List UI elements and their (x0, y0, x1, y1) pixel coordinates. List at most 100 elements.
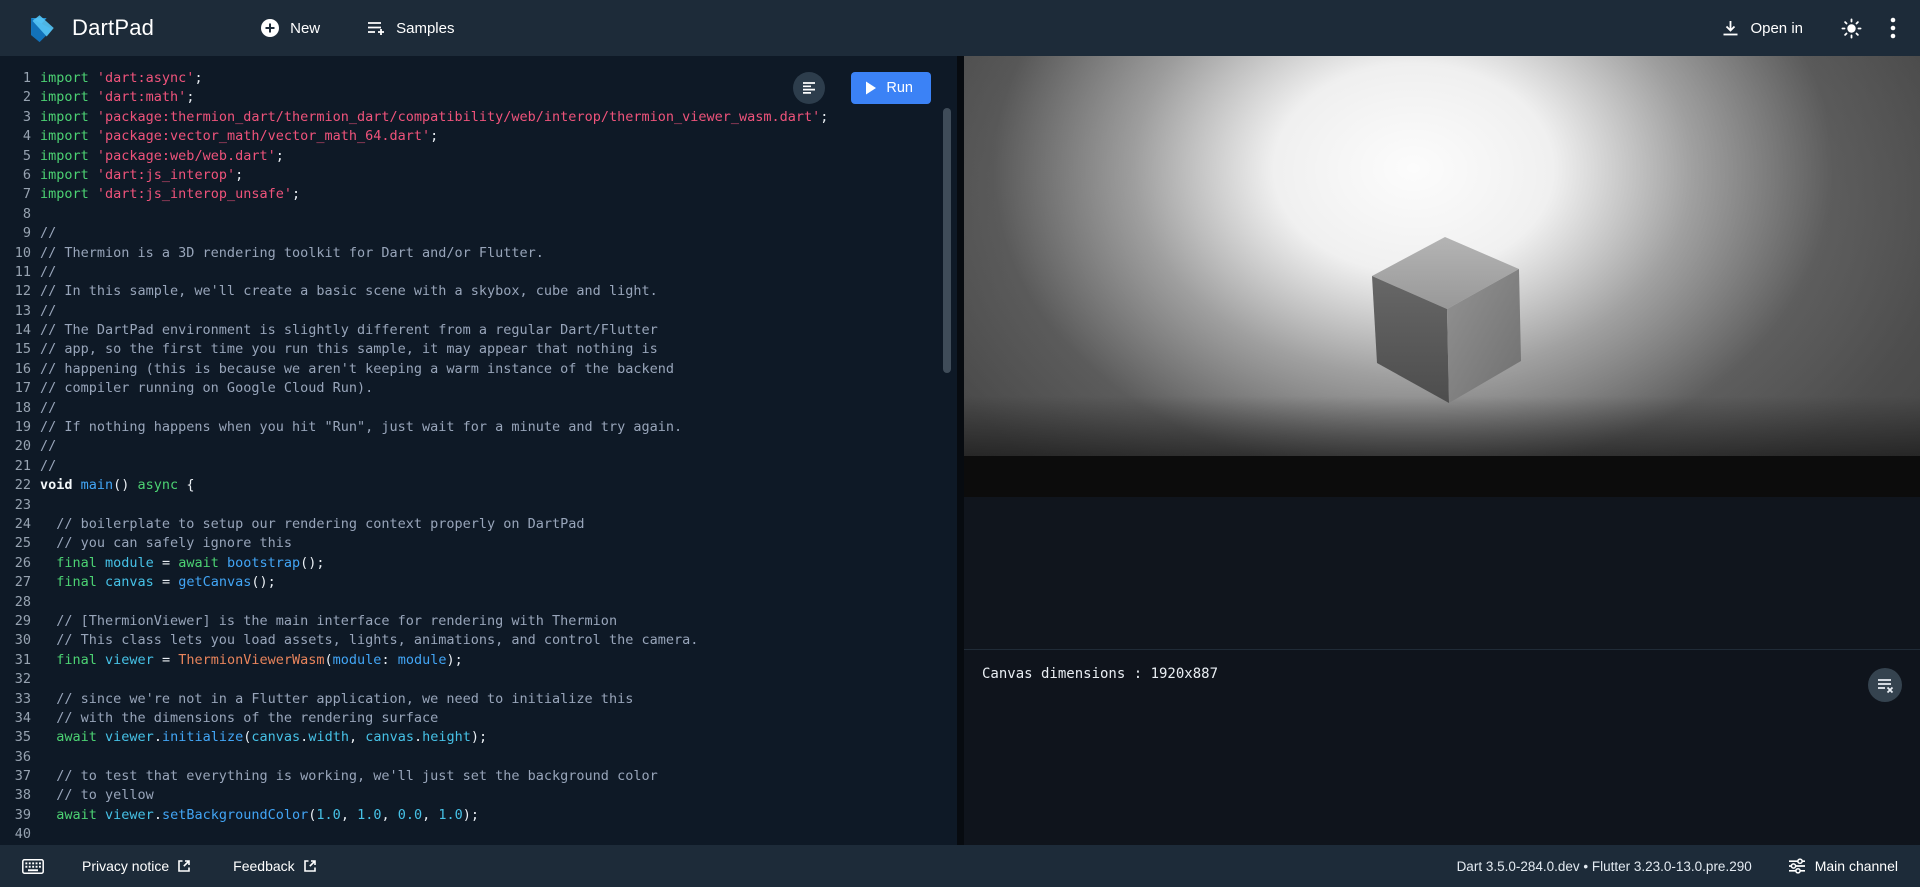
brightness-toggle[interactable] (1841, 18, 1862, 39)
code-text: import 'dart:js_interop_unsafe'; (40, 185, 300, 204)
code-line[interactable]: 11// (0, 263, 957, 282)
privacy-notice-label: Privacy notice (82, 858, 169, 874)
code-line[interactable]: 29 // [ThermionViewer] is the main inter… (0, 612, 957, 631)
code-line[interactable]: 35 await viewer.initialize(canvas.width,… (0, 728, 957, 747)
output-panel: Canvas dimensions : 1920x887 (964, 56, 1920, 845)
samples-button[interactable]: Samples (356, 10, 464, 46)
new-button[interactable]: New (250, 10, 330, 46)
code-line[interactable]: 18// (0, 399, 957, 418)
add-circle-icon (260, 18, 280, 38)
channel-selector[interactable]: Main channel (1788, 858, 1898, 874)
line-number: 30 (0, 631, 40, 650)
code-line[interactable]: 7import 'dart:js_interop_unsafe'; (0, 185, 957, 204)
code-text: // [ThermionViewer] is the main interfac… (40, 612, 617, 631)
code-text: import 'dart:async'; (40, 69, 203, 88)
privacy-notice-link[interactable]: Privacy notice (74, 852, 199, 880)
code-line[interactable]: 16// happening (this is because we aren'… (0, 360, 957, 379)
code-text: // (40, 224, 56, 243)
open-in-button[interactable]: Open in (1711, 11, 1813, 46)
line-number: 34 (0, 709, 40, 728)
line-number: 25 (0, 534, 40, 553)
code-text: await viewer.setBackgroundColor(1.0, 1.0… (40, 806, 479, 825)
code-line[interactable]: 3import 'package:thermion_dart/thermion_… (0, 108, 957, 127)
code-text: import 'package:vector_math/vector_math_… (40, 127, 438, 146)
code-line[interactable]: 39 await viewer.setBackgroundColor(1.0, … (0, 806, 957, 825)
code-line[interactable]: 22void main() async { (0, 476, 957, 495)
code-line[interactable]: 20// (0, 437, 957, 456)
code-line[interactable]: 5import 'package:web/web.dart'; (0, 147, 957, 166)
console-output-text: Canvas dimensions : 1920x887 (982, 666, 1902, 682)
external-link-icon (177, 859, 191, 873)
code-line[interactable]: 23 (0, 496, 957, 515)
format-button[interactable] (793, 72, 825, 104)
code-line[interactable]: 27 final canvas = getCanvas(); (0, 573, 957, 592)
editor-scrollbar[interactable] (943, 108, 951, 373)
code-line[interactable]: 17// compiler running on Google Cloud Ru… (0, 379, 957, 398)
feedback-link[interactable]: Feedback (225, 852, 324, 880)
code-line[interactable]: 10// Thermion is a 3D rendering toolkit … (0, 244, 957, 263)
tune-icon (1788, 858, 1806, 874)
code-text: // to test that everything is working, w… (40, 767, 658, 786)
code-text: // happening (this is because we aren't … (40, 360, 674, 379)
code-line[interactable]: 26 final module = await bootstrap(); (0, 554, 957, 573)
code-line[interactable]: 14// The DartPad environment is slightly… (0, 321, 957, 340)
code-line[interactable]: 8 (0, 205, 957, 224)
code-line[interactable]: 25 // you can safely ignore this (0, 534, 957, 553)
footer-bar: Privacy notice Feedback Dart 3.5.0-284.0… (0, 845, 1920, 887)
playlist-add-icon (366, 18, 386, 38)
line-number: 8 (0, 205, 40, 224)
code-line[interactable]: 34 // with the dimensions of the renderi… (0, 709, 957, 728)
code-line[interactable]: 38 // to yellow (0, 786, 957, 805)
code-text: // This class lets you load assets, ligh… (40, 631, 698, 650)
overflow-menu-button[interactable] (1890, 17, 1896, 39)
code-line[interactable]: 21// (0, 457, 957, 476)
code-editor[interactable]: 1import 'dart:async';2import 'dart:math'… (0, 56, 957, 845)
line-number: 5 (0, 147, 40, 166)
dart-logo-icon (24, 11, 58, 45)
code-line[interactable]: 19// If nothing happens when you hit "Ru… (0, 418, 957, 437)
line-number: 17 (0, 379, 40, 398)
channel-label: Main channel (1815, 858, 1898, 874)
code-text: // since we're not in a Flutter applicat… (40, 690, 633, 709)
code-line[interactable]: 15// app, so the first time you run this… (0, 340, 957, 359)
keyboard-shortcuts-button[interactable] (22, 859, 44, 874)
code-line[interactable]: 37 // to test that everything is working… (0, 767, 957, 786)
line-number: 11 (0, 263, 40, 282)
code-line[interactable]: 28 (0, 593, 957, 612)
code-text: // If nothing happens when you hit "Run"… (40, 418, 682, 437)
line-number: 38 (0, 786, 40, 805)
line-number: 18 (0, 399, 40, 418)
code-line[interactable]: 24 // boilerplate to setup our rendering… (0, 515, 957, 534)
code-line[interactable]: 9// (0, 224, 957, 243)
code-line[interactable]: 31 final viewer = ThermionViewerWasm(mod… (0, 651, 957, 670)
line-number: 1 (0, 69, 40, 88)
code-text: // to yellow (40, 786, 154, 805)
code-text: final viewer = ThermionViewerWasm(module… (40, 651, 463, 670)
code-line[interactable]: 36 (0, 748, 957, 767)
clear-console-button[interactable] (1868, 668, 1902, 702)
code-line[interactable]: 33 // since we're not in a Flutter appli… (0, 690, 957, 709)
code-line[interactable]: 12// In this sample, we'll create a basi… (0, 282, 957, 301)
format-icon (801, 80, 817, 96)
download-icon (1721, 19, 1740, 38)
code-line[interactable]: 6import 'dart:js_interop'; (0, 166, 957, 185)
run-button[interactable]: Run (851, 72, 931, 104)
line-number: 24 (0, 515, 40, 534)
vertical-splitter[interactable] (957, 56, 964, 845)
feedback-label: Feedback (233, 858, 294, 874)
line-number: 35 (0, 728, 40, 747)
line-number: 7 (0, 185, 40, 204)
code-text: void main() async { (40, 476, 194, 495)
open-in-label: Open in (1750, 20, 1803, 37)
line-number: 28 (0, 593, 40, 612)
code-line[interactable]: 30 // This class lets you load assets, l… (0, 631, 957, 650)
editor-actions: Run (793, 72, 931, 104)
code-line[interactable]: 4import 'package:vector_math/vector_math… (0, 127, 957, 146)
code-line[interactable]: 40 (0, 825, 957, 844)
line-number: 4 (0, 127, 40, 146)
code-line[interactable]: 32 (0, 670, 957, 689)
code-line[interactable]: 13// (0, 302, 957, 321)
code-text: final canvas = getCanvas(); (40, 573, 276, 592)
code-text: // The DartPad environment is slightly d… (40, 321, 658, 340)
line-number: 21 (0, 457, 40, 476)
